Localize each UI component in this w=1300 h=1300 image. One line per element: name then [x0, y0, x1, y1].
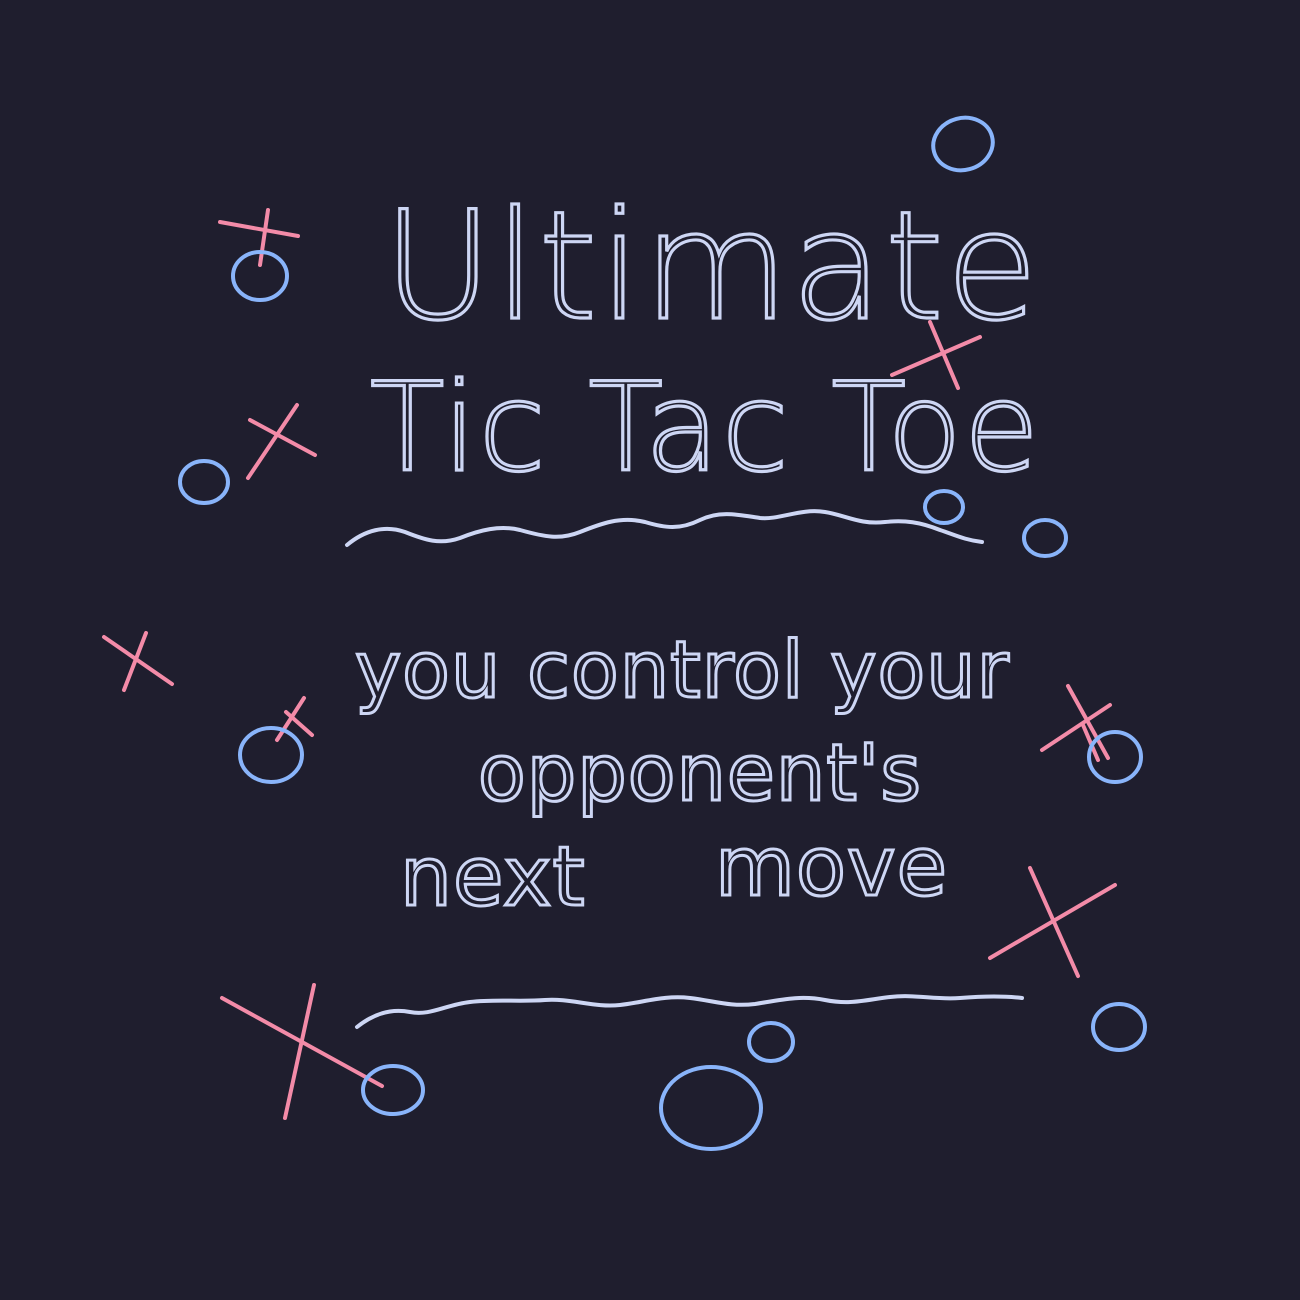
game-title-line2: Tic Tac Toe: [370, 357, 1041, 499]
game-title-line1: Ultimate: [383, 180, 1040, 354]
x-mark-icon: [1040, 684, 1112, 760]
tagline-wavy-underline: [355, 994, 1024, 1029]
tagline-line4: move: [715, 820, 948, 915]
tagline-line2: opponent's: [478, 729, 922, 819]
x-mark-icon: [220, 983, 384, 1120]
x-mark-icon: [218, 208, 300, 267]
o-mark-icon: [747, 1021, 795, 1063]
tagline-line1: you control your: [355, 626, 1010, 716]
x-mark-icon: [246, 403, 317, 480]
o-mark-icon: [1091, 1002, 1147, 1052]
title-screen: Ultimate Tic Tac Toe you control your op…: [0, 0, 1300, 1300]
x-mark-icon: [102, 631, 174, 692]
tagline-line3: next: [400, 830, 586, 925]
x-mark-icon: [988, 866, 1117, 978]
o-mark-icon: [238, 726, 304, 784]
o-mark-icon: [361, 1064, 425, 1116]
x-mark-icon: [275, 696, 314, 742]
o-mark-icon: [659, 1065, 763, 1151]
o-mark-icon: [178, 459, 230, 505]
title-wavy-underline: [345, 509, 984, 547]
o-mark-icon: [1022, 518, 1068, 558]
title-art: Ultimate Tic Tac Toe you control your op…: [102, 115, 1147, 1151]
o-mark-icon: [931, 115, 995, 173]
